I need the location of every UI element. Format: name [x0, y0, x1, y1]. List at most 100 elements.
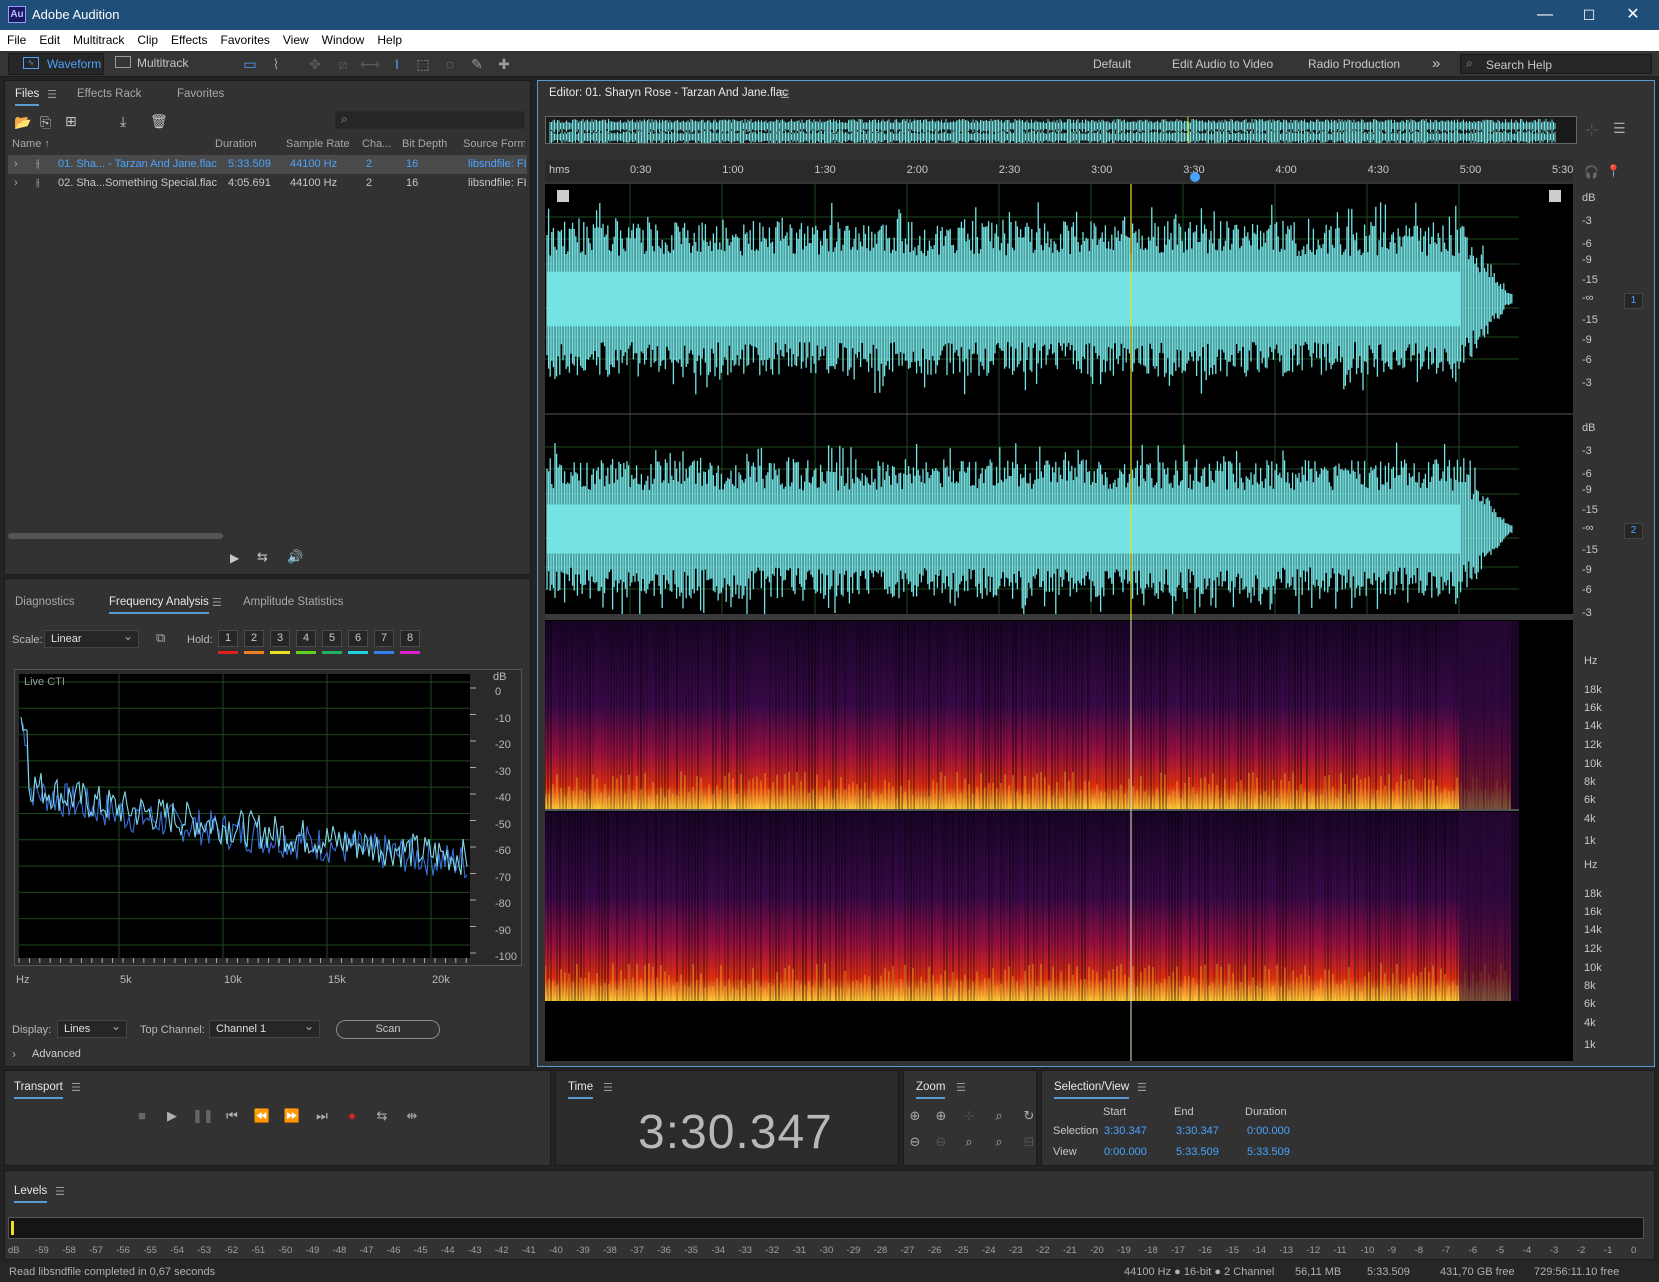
- loop-playback-icon[interactable]: ⇆: [372, 1108, 392, 1126]
- col-sample-rate[interactable]: Sample Rate: [286, 138, 350, 150]
- time-ruler[interactable]: [545, 160, 1573, 181]
- menu-window[interactable]: Window: [315, 30, 371, 47]
- channel-1-toggle[interactable]: 1: [1624, 293, 1643, 309]
- advanced-toggle[interactable]: Advanced: [32, 1048, 81, 1060]
- preview-play-icon[interactable]: ▶: [230, 551, 239, 565]
- zoom-to-selection-icon[interactable]: ⊹: [1585, 120, 1598, 140]
- fast-forward-icon[interactable]: ⏩: [282, 1108, 302, 1126]
- menu-favorites[interactable]: Favorites: [214, 30, 276, 47]
- hold-button-1[interactable]: 1: [218, 630, 238, 647]
- go-to-end-icon[interactable]: ⏭: [312, 1108, 332, 1126]
- panel-menu-icon[interactable]: ☰: [956, 1081, 966, 1094]
- close-button[interactable]: ✕: [1611, 0, 1655, 30]
- tab-favorites[interactable]: Favorites: [177, 88, 224, 100]
- razor-tool-icon[interactable]: ⧄: [333, 55, 353, 73]
- workspace-default[interactable]: Default: [1093, 54, 1131, 74]
- maximize-button[interactable]: ☐: [1567, 0, 1611, 30]
- preview-loop-icon[interactable]: ⇆: [257, 549, 268, 565]
- hold-button-4[interactable]: 4: [296, 630, 316, 647]
- workspace-edit-audio-to-video[interactable]: Edit Audio to Video: [1172, 54, 1273, 74]
- col-channels[interactable]: Cha...: [362, 138, 391, 150]
- spectral-pitch-icon[interactable]: ⌇: [266, 55, 286, 73]
- tab-files[interactable]: Files: [15, 88, 40, 106]
- move-tool-icon[interactable]: ✥: [305, 55, 325, 73]
- menu-view[interactable]: View: [276, 30, 315, 47]
- hold-button-7[interactable]: 7: [374, 630, 394, 647]
- hold-button-8[interactable]: 8: [400, 630, 420, 647]
- new-file-icon[interactable]: ⊞: [65, 113, 77, 130]
- expand-chevron-icon[interactable]: ›: [14, 177, 18, 189]
- table-row[interactable]: › ⫲ 02. Sha...Something Special.flac 4:0…: [8, 174, 527, 193]
- record-icon[interactable]: ●: [342, 1108, 362, 1126]
- zoom-reset-icon[interactable]: ↻: [1018, 1108, 1040, 1126]
- hold-button-2[interactable]: 2: [244, 630, 264, 647]
- menu-multitrack[interactable]: Multitrack: [66, 30, 130, 47]
- search-help-field[interactable]: ⌕ Search Help: [1460, 54, 1652, 74]
- more-workspaces-icon[interactable]: »: [1432, 54, 1440, 74]
- menu-file[interactable]: File: [0, 30, 32, 47]
- stop-icon[interactable]: ■: [132, 1108, 152, 1126]
- zoom-in-time-icon[interactable]: ⊕: [930, 1108, 952, 1126]
- auto-play-icon[interactable]: 🔊: [287, 549, 303, 565]
- panel-menu-icon[interactable]: ☰: [212, 596, 222, 609]
- advanced-chevron-icon[interactable]: ›: [12, 1047, 16, 1061]
- scan-button[interactable]: Scan: [336, 1020, 440, 1039]
- tab-amplitude-statistics[interactable]: Amplitude Statistics: [243, 596, 343, 608]
- col-source-format[interactable]: Source Format: [463, 138, 525, 150]
- menu-effects[interactable]: Effects: [164, 30, 213, 47]
- lasso-tool-icon[interactable]: ◌: [440, 55, 460, 73]
- selection-start-field[interactable]: 3:30.347: [1104, 1125, 1147, 1137]
- headphone-icon[interactable]: 🎧: [1584, 165, 1599, 179]
- tab-effects-rack[interactable]: Effects Rack: [77, 88, 141, 100]
- display-dropdown[interactable]: Lines: [57, 1019, 127, 1038]
- table-row[interactable]: › ⫲ 01. Sha... - Tarzan And Jane.flac 5:…: [8, 155, 527, 174]
- col-name[interactable]: Name ↑: [12, 138, 50, 150]
- menu-clip[interactable]: Clip: [130, 30, 164, 47]
- expand-chevron-icon[interactable]: ›: [14, 158, 18, 170]
- workspace-radio-production[interactable]: Radio Production: [1308, 54, 1400, 74]
- slip-tool-icon[interactable]: ⟷: [360, 55, 380, 73]
- go-to-start-icon[interactable]: ⏮: [222, 1108, 242, 1126]
- overview-navigator[interactable]: [545, 116, 1577, 144]
- zoom-in-amplitude-icon[interactable]: ⊕: [904, 1108, 926, 1126]
- fade-in-handle-icon[interactable]: [557, 190, 569, 202]
- zoom-to-track-icon[interactable]: ⊟: [1018, 1134, 1040, 1152]
- pin-icon[interactable]: 📍: [1606, 164, 1621, 178]
- zoom-out-amplitude-icon[interactable]: ⊖: [904, 1134, 926, 1152]
- panel-menu-icon[interactable]: ☰: [780, 88, 790, 101]
- scale-dropdown[interactable]: Linear: [44, 629, 139, 648]
- panel-menu-icon[interactable]: ☰: [71, 1081, 81, 1094]
- spot-healing-icon[interactable]: ✚: [494, 55, 514, 73]
- selection-duration-field[interactable]: 0:00.000: [1247, 1125, 1290, 1137]
- hold-button-6[interactable]: 6: [348, 630, 368, 647]
- zoom-out-full-icon[interactable]: ⌕: [958, 1134, 980, 1152]
- tab-diagnostics[interactable]: Diagnostics: [15, 596, 74, 608]
- multitrack-mode-button[interactable]: Multitrack: [107, 53, 203, 75]
- col-duration[interactable]: Duration: [215, 138, 257, 150]
- brush-tool-icon[interactable]: ✎: [467, 55, 487, 73]
- view-end-field[interactable]: 5:33.509: [1176, 1146, 1219, 1158]
- open-file-icon[interactable]: 📂: [14, 114, 31, 131]
- panel-menu-icon[interactable]: ☰: [603, 1081, 613, 1094]
- import-file-icon[interactable]: ⎘: [40, 114, 51, 131]
- view-start-field[interactable]: 0:00.000: [1104, 1146, 1147, 1158]
- panel-menu-icon[interactable]: ☰: [47, 88, 57, 101]
- delete-icon[interactable]: 🗑: [150, 113, 168, 130]
- zoom-in-out-point-icon[interactable]: ⌕: [988, 1134, 1010, 1152]
- overview-menu-icon[interactable]: ☰: [1613, 120, 1626, 137]
- col-bit-depth[interactable]: Bit Depth: [402, 138, 447, 150]
- fade-out-handle-icon[interactable]: [1549, 190, 1561, 202]
- hold-button-5[interactable]: 5: [322, 630, 342, 647]
- marquee-tool-icon[interactable]: ⬚: [413, 55, 433, 73]
- insert-into-icon[interactable]: ⤓: [120, 113, 126, 130]
- top-channel-dropdown[interactable]: Channel 1: [209, 1019, 320, 1038]
- rewind-icon[interactable]: ⏪: [252, 1108, 272, 1126]
- selection-end-field[interactable]: 3:30.347: [1176, 1125, 1219, 1137]
- minimize-button[interactable]: —: [1523, 0, 1567, 30]
- zoom-selection-icon[interactable]: ⌕: [988, 1108, 1010, 1126]
- panel-menu-icon[interactable]: ☰: [55, 1185, 65, 1198]
- channel-2-toggle[interactable]: 2: [1624, 523, 1643, 539]
- view-duration-field[interactable]: 5:33.509: [1247, 1146, 1290, 1158]
- waveform-mode-button[interactable]: ∿ Waveform: [8, 53, 104, 75]
- skip-selection-icon[interactable]: ⇹: [402, 1108, 422, 1126]
